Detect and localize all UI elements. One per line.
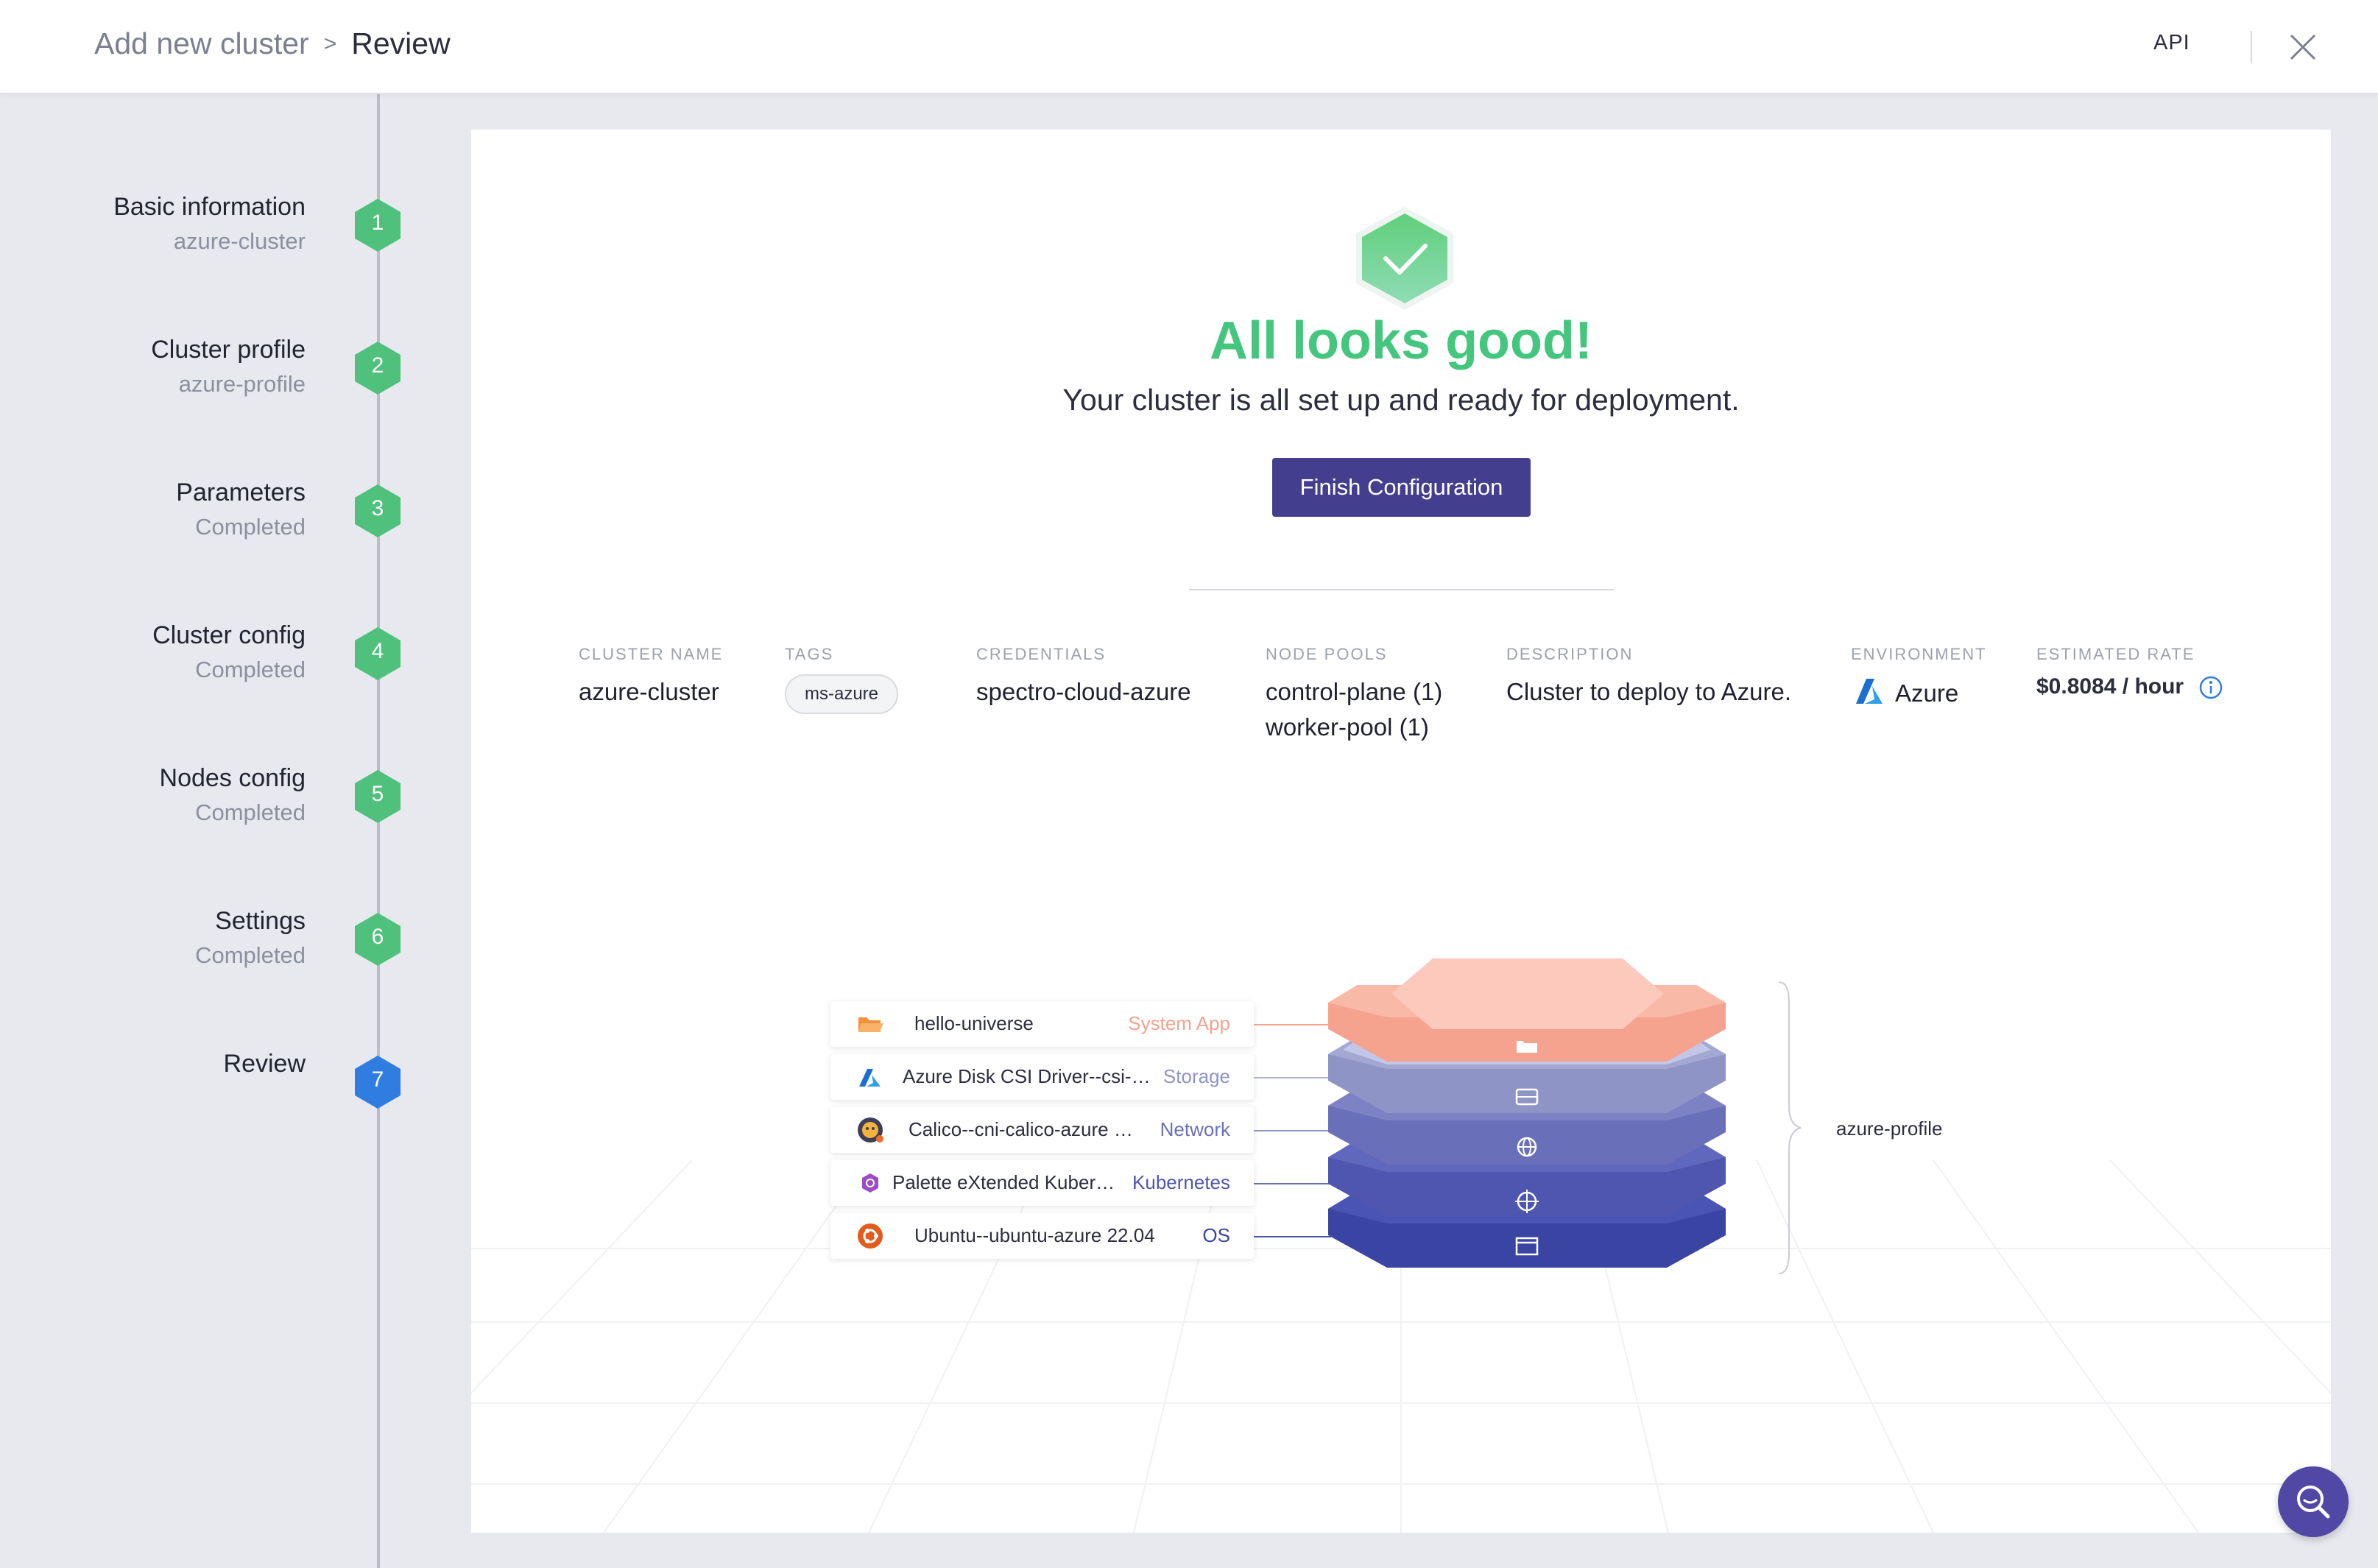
step-title: Review [223,1050,306,1078]
layer-name: Calico--cni-calico-azure … [908,1118,1133,1140]
step-subtitle: Completed [195,799,306,825]
step-badge: 7 [353,1054,402,1110]
breadcrumb-root[interactable]: Add new cluster [94,27,309,61]
step-number: 3 [371,496,384,520]
step-subtitle: Completed [195,657,306,682]
step-title: Basic information [113,193,306,221]
step-subtitle: azure-cluster [173,228,306,254]
layer-connector [1254,1183,1331,1184]
step-badge: 6 [353,911,402,967]
api-button[interactable]: API [2153,31,2190,55]
azure-icon [859,1069,881,1087]
node-pools-label: NODE POOLS [1266,645,1388,663]
step-badge: 5 [353,769,402,824]
step-number: 5 [371,782,384,806]
cluster-name-value: azure-cluster [579,678,719,705]
step-title: Parameters [176,478,306,506]
palette-icon [862,1173,878,1193]
tags-label: TAGS [785,645,834,663]
success-message: Your cluster is all set up and ready for… [1062,383,1740,417]
step-cluster-profile[interactable]: Cluster profile azure-profile 2 [0,336,412,417]
success-headline: All looks good! [1210,311,1592,370]
step-subtitle: azure-profile [178,371,306,397]
layer-connector [1254,1024,1331,1025]
step-number: 1 [371,211,384,235]
node-pool-worker: worker-pool (1) [1266,713,1429,741]
section-divider [1189,589,1614,590]
layer-type: System App [1128,1012,1230,1034]
profile-name-label: azure-profile [1836,1117,1943,1140]
layer-name: Ubuntu--ubuntu-azure 22.04 [914,1224,1155,1246]
estimated-rate-value: $0.8084 / hour [2036,674,2184,699]
cluster-name-label: CLUSTER NAME [579,645,724,663]
layer-ubuntu[interactable]: Ubuntu--ubuntu-azure 22.04 OS [830,1213,1254,1259]
breadcrumb-current: Review [351,27,451,60]
description-label: DESCRIPTION [1506,645,1634,663]
search-help-icon [2297,1486,2330,1519]
layer-connector [1254,1236,1331,1237]
azure-logo-icon [1856,679,1883,704]
breadcrumb-separator: > [323,31,337,56]
node-pool-control-plane: control-plane (1) [1266,678,1443,705]
environment-label: ENVIRONMENT [1851,645,1987,663]
ubuntu-icon [858,1223,883,1249]
step-number: 4 [371,639,384,663]
step-title: Cluster config [152,621,306,649]
layer-azure-disk-csi[interactable]: Azure Disk CSI Driver--csi-… Storage [830,1054,1254,1100]
layer-type: Network [1160,1118,1230,1140]
close-button[interactable] [2284,28,2322,66]
profile-stack-illustration [1328,958,1726,1268]
step-badge: 2 [353,340,402,396]
layer-palette-kubernetes[interactable]: Palette eXtended Kuber… Kubernetes [830,1160,1254,1206]
layer-name: Azure Disk CSI Driver--csi-… [903,1065,1151,1087]
step-basic-information[interactable]: Basic information azure-cluster 1 [0,193,412,274]
step-number: 2 [371,353,384,378]
layer-hello-universe[interactable]: hello-universe System App [830,1001,1254,1047]
layer-calico[interactable]: Calico--cni-calico-azure … Network [830,1107,1254,1153]
folder-icon [858,1017,883,1032]
step-number: 7 [371,1067,384,1092]
step-parameters[interactable]: Parameters Completed 3 [0,478,412,559]
step-badge: 3 [353,483,402,539]
step-subtitle: Completed [195,514,306,540]
tag-chip: ms-azure [785,674,899,714]
step-review[interactable]: Review 7 [0,1050,412,1131]
help-search-button[interactable] [2278,1466,2349,1537]
finish-configuration-button[interactable]: Finish Configuration [1272,458,1531,517]
info-icon[interactable] [2198,674,2224,701]
step-settings[interactable]: Settings Completed 6 [0,907,412,988]
step-badge: 4 [353,626,402,682]
credentials-value: spectro-cloud-azure [976,678,1191,705]
step-title: Cluster profile [151,336,306,364]
credentials-label: CREDENTIALS [976,645,1107,663]
breadcrumb: Add new cluster > Review [94,27,451,61]
step-title: Nodes config [159,764,306,792]
layer-name: hello-universe [914,1012,1034,1034]
close-icon [2290,34,2316,60]
layer-type: OS [1202,1224,1230,1246]
header-divider [2251,31,2252,63]
environment-value: Azure [1895,679,1959,707]
check-icon [1356,207,1453,310]
profile-brace [1778,981,1802,1274]
review-card: All looks good! Your cluster is all set … [471,130,2331,1533]
top-bar: Add new cluster > Review API [0,0,2378,94]
step-cluster-config[interactable]: Cluster config Completed 4 [0,621,412,702]
description-value: Cluster to deploy to Azure. [1506,678,1792,705]
step-nodes-config[interactable]: Nodes config Completed 5 [0,764,412,845]
step-subtitle: Completed [195,942,306,968]
step-number: 6 [371,925,384,949]
layer-name: Palette eXtended Kuber… [892,1171,1115,1193]
layer-connector [1254,1130,1331,1131]
stack-layer-app [1328,958,1726,1062]
layer-type: Kubernetes [1132,1171,1230,1193]
layer-connector [1254,1077,1331,1078]
estimated-rate-label: ESTIMATED RATE [2036,645,2195,663]
step-badge: 1 [353,197,402,253]
layer-type: Storage [1162,1065,1230,1087]
step-title: Settings [215,907,306,935]
calico-icon [858,1117,883,1143]
